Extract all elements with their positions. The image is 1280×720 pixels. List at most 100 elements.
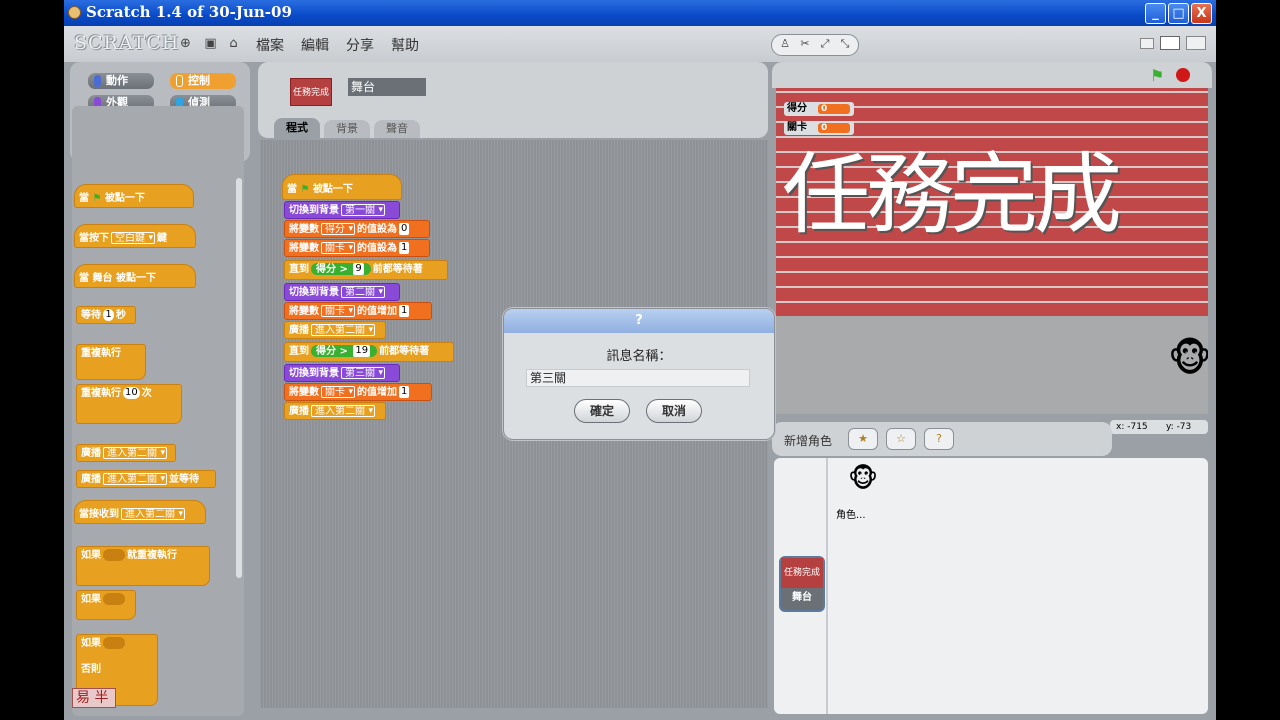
tab-backgrounds[interactable]: 背景 — [324, 120, 370, 138]
category-control[interactable]: 控制 — [170, 73, 236, 89]
condition-slot[interactable] — [103, 549, 125, 561]
choose-sprite-icon[interactable]: ☆ — [886, 428, 916, 450]
script-switch-bg-1[interactable]: 切換到背景 第一關 — [284, 201, 400, 219]
block-text: 將變數 — [289, 224, 319, 235]
wait-block[interactable]: 等待 1 秒 — [76, 306, 136, 324]
message-name-input[interactable]: 第三關 — [526, 369, 750, 387]
script-set-score[interactable]: 將變數得分的值設為0 — [284, 220, 430, 238]
repeat-block[interactable]: 重複執行 10 次 — [76, 384, 182, 424]
script-switch-bg-3[interactable]: 切換到背景 第三關 — [284, 364, 400, 382]
condition-slot[interactable] — [103, 637, 125, 649]
broadcast-wait-block[interactable]: 廣播進入第二關並等待 — [76, 470, 216, 488]
block-text: 廣播 — [81, 474, 101, 485]
share-icon[interactable]: ⌂ — [226, 36, 241, 51]
bg-dropdown[interactable]: 第一關 — [341, 204, 385, 216]
value-input[interactable]: 9 — [353, 263, 364, 275]
script-change-level-2[interactable]: 將變數關卡的值增加1 — [284, 383, 432, 401]
operator: > — [339, 346, 348, 357]
bg-dropdown[interactable]: 第三關 — [341, 367, 385, 379]
delete-icon[interactable]: ✂ — [796, 37, 814, 53]
condition-slot[interactable] — [103, 593, 125, 605]
repeat-input[interactable]: 10 — [123, 387, 140, 399]
broadcast-dropdown[interactable]: 進入第二關 — [103, 473, 167, 485]
when-stage-clicked-block[interactable]: 當 舞台 被點一下 — [74, 264, 196, 288]
script-broadcast-1[interactable]: 廣播 進入第二關 — [284, 321, 386, 339]
forever-if-block[interactable]: 如果 就重複執行 — [76, 546, 210, 586]
if-block[interactable]: 如果 — [76, 590, 136, 620]
ok-button[interactable]: 確定 — [574, 399, 630, 423]
sprite-name-field[interactable]: 舞台 — [348, 78, 426, 96]
duplicate-icon[interactable]: ♙ — [776, 37, 794, 53]
receive-dropdown[interactable]: 進入第二關 — [121, 508, 185, 520]
menu-help[interactable]: 幫助 — [391, 35, 419, 55]
script-broadcast-2[interactable]: 廣播 進入第二關 — [284, 402, 386, 420]
monkey-thumbnail[interactable]: 🐵 — [848, 464, 878, 504]
script-when-flag[interactable]: 當 ⚑ 被點一下 — [282, 174, 402, 200]
ime-char: 半 — [94, 690, 109, 706]
normal-stage-icon[interactable] — [1160, 36, 1180, 50]
grow-icon[interactable]: ⤢ — [816, 37, 834, 53]
random-sprite-icon[interactable]: ? — [924, 428, 954, 450]
value-input[interactable]: 1 — [399, 242, 410, 254]
value-input[interactable]: 19 — [353, 345, 371, 357]
block-text: 切換到背景 — [289, 205, 339, 216]
small-stage-icon[interactable] — [1140, 38, 1154, 49]
script-switch-bg-2[interactable]: 切換到背景 第二關 — [284, 283, 400, 301]
block-text: 等待 — [81, 310, 101, 321]
presentation-icon[interactable] — [1186, 36, 1206, 50]
script-set-level[interactable]: 將變數關卡的值設為1 — [284, 239, 430, 257]
broadcast-dropdown[interactable]: 進入第二關 — [103, 447, 167, 459]
compare-block[interactable]: 得分 > 19 — [311, 345, 378, 357]
value-input[interactable]: 1 — [399, 305, 410, 317]
stage[interactable]: 得分 0 關卡 0 任務完成 🐵 — [776, 88, 1208, 414]
monkey-sprite[interactable]: 🐵 — [1168, 326, 1208, 390]
tab-sounds[interactable]: 聲音 — [374, 120, 420, 138]
var-dropdown[interactable]: 關卡 — [321, 242, 355, 254]
sprite-tools: ♙ ✂ ⤢ ⤡ — [771, 34, 859, 56]
when-receive-block[interactable]: 當接收到 進入第二關 — [74, 500, 206, 524]
dialog-prompt: 訊息名稱： — [606, 349, 672, 364]
stop-icon[interactable] — [1176, 68, 1190, 82]
tab-scripts[interactable]: 程式 — [274, 118, 320, 138]
block-text: 的值設為 — [357, 224, 397, 235]
save-icon[interactable]: ▣ — [203, 36, 218, 51]
paint-sprite-icon[interactable]: ★ — [848, 428, 878, 450]
menu-share[interactable]: 分享 — [346, 35, 374, 55]
palette-scrollbar[interactable] — [236, 178, 242, 578]
forever-block[interactable]: 重複執行 — [76, 344, 146, 380]
stage-item[interactable]: 任務完成 舞台 — [779, 556, 825, 612]
value-input[interactable]: 0 — [399, 223, 410, 235]
wait-input[interactable]: 1 — [103, 309, 114, 321]
value-input[interactable]: 1 — [399, 386, 410, 398]
operator: > — [339, 264, 348, 275]
block-text: 就重複執行 — [127, 550, 177, 561]
script-change-level-1[interactable]: 將變數關卡的值增加1 — [284, 302, 432, 320]
broadcast-block[interactable]: 廣播 進入第二關 — [76, 444, 176, 462]
close-button[interactable]: X — [1191, 3, 1212, 24]
var-dropdown[interactable]: 關卡 — [321, 386, 355, 398]
when-flag-block[interactable]: 當 ⚑ 被點一下 — [74, 184, 194, 208]
bg-dropdown[interactable]: 第二關 — [341, 286, 385, 298]
broadcast-dropdown[interactable]: 進入第二關 — [311, 324, 375, 336]
menu-edit[interactable]: 編輯 — [301, 35, 329, 55]
menu-file[interactable]: 檔案 — [256, 35, 284, 55]
var-dropdown[interactable]: 得分 — [321, 223, 355, 235]
block-text: 將變數 — [289, 387, 319, 398]
globe-icon[interactable]: ⊕ — [178, 36, 193, 51]
script-wait-until-2[interactable]: 直到 得分 > 19 前都等待著 — [284, 342, 454, 362]
broadcast-dropdown[interactable]: 進入第二關 — [311, 405, 375, 417]
script-wait-until-1[interactable]: 直到 得分 > 9 前都等待著 — [284, 260, 448, 280]
block-text: 廣播 — [289, 406, 309, 417]
var-dropdown[interactable]: 關卡 — [321, 305, 355, 317]
minimize-button[interactable]: _ — [1145, 3, 1166, 24]
key-dropdown[interactable]: 空白鍵 — [111, 232, 155, 244]
shrink-icon[interactable]: ⤡ — [836, 37, 854, 53]
cancel-button[interactable]: 取消 — [646, 399, 702, 423]
when-key-block[interactable]: 當按下空白鍵鍵 — [74, 224, 196, 248]
category-motion[interactable]: 動作 — [88, 73, 154, 89]
maximize-button[interactable]: □ — [1168, 3, 1189, 24]
compare-block[interactable]: 得分 > 9 — [311, 263, 371, 275]
block-palette: 當 ⚑ 被點一下 當按下空白鍵鍵 當 舞台 被點一下 等待1秒 重複執行 重複執… — [72, 106, 244, 716]
monitor-label: 得分 — [787, 103, 807, 114]
green-flag-icon[interactable]: ⚑ — [1150, 66, 1164, 85]
